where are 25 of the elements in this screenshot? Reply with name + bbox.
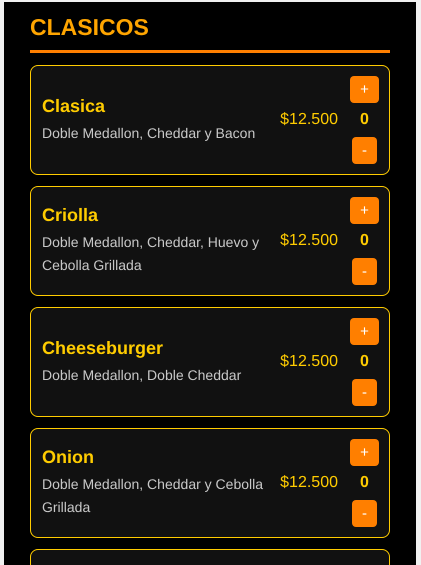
add-button[interactable]: +: [350, 318, 379, 345]
product-price: $12.500: [280, 232, 338, 250]
quantity: 0: [360, 474, 369, 492]
product-name: Criolla: [42, 205, 100, 226]
product-name: Cheeseburger: [42, 338, 164, 358]
quantity: 0: [360, 111, 369, 129]
add-button[interactable]: +: [350, 197, 379, 224]
product-name: Onion: [42, 447, 95, 468]
quantity: 0: [360, 353, 369, 371]
product-price: $12.500: [280, 353, 338, 371]
product-description: Doble Medallon, Cheddar y Bacon: [42, 124, 256, 143]
product-description: Doble Medallon, Cheddar, Huevo y Cebolla Grillada: [42, 233, 260, 275]
quantity: 0: [360, 232, 369, 250]
section-title: CLASICOS: [30, 13, 150, 42]
product-description: Doble Medallon, Doble Cheddar: [42, 366, 242, 384]
product-price: $12.500: [280, 474, 338, 492]
product-name: Clasica: [42, 96, 106, 116]
remove-button[interactable]: -: [352, 500, 377, 527]
add-button[interactable]: +: [350, 439, 379, 466]
remove-button[interactable]: -: [352, 258, 377, 285]
product-description: Doble Medallon, Cheddar y Cebolla Grillada: [42, 475, 264, 517]
remove-button[interactable]: -: [352, 379, 377, 406]
product-price: $12.500: [280, 111, 338, 129]
add-button[interactable]: +: [350, 76, 379, 103]
remove-button[interactable]: -: [352, 137, 377, 164]
